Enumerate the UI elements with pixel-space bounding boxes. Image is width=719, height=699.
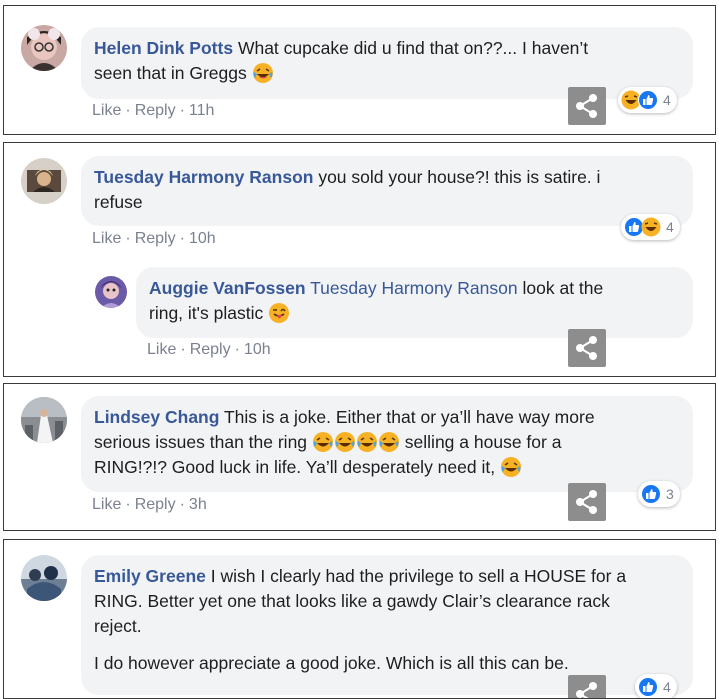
laughing-tears-emoji-icon [252, 62, 274, 84]
comment-text: RING!?!? Good luck in life. Ya’ll desper… [94, 457, 496, 477]
reply-link[interactable]: Reply [135, 102, 176, 119]
reaction-count: 4 [666, 219, 674, 235]
comment-text: I do however appreciate a good joke. Whi… [94, 653, 569, 673]
reply-link[interactable]: Reply [135, 230, 176, 247]
comment-bubble: Emily Greene I wish I clearly had the pr… [81, 555, 693, 695]
haha-reaction-icon [641, 217, 661, 237]
share-icon [576, 682, 597, 698]
reply-actions: Like · Reply · 10h [147, 341, 271, 358]
laughing-tears-emoji-icon [312, 431, 334, 453]
comment-text: you sold your house?! this is satire. i [318, 167, 601, 187]
like-reaction-icon [638, 677, 658, 697]
comment-actions: Like · Reply · 3h [92, 496, 207, 513]
avatar[interactable] [21, 25, 67, 71]
share-button[interactable] [568, 675, 606, 698]
comment-text: reject. [94, 616, 142, 636]
comment-timestamp[interactable]: 3h [189, 496, 207, 513]
comment-author[interactable]: Emily Greene [94, 566, 206, 586]
share-button[interactable] [568, 483, 606, 521]
comment-card: Emily Greene I wish I clearly had the pr… [3, 539, 716, 699]
comment-author[interactable]: Helen Dink Potts [94, 38, 233, 58]
reaction-count: 4 [663, 92, 671, 108]
like-link[interactable]: Like [92, 496, 121, 513]
comment-text: What cupcake did u find that on??... I h… [237, 38, 589, 58]
like-link[interactable]: Like [92, 102, 121, 119]
comment-text: seen that in Greggs [94, 63, 247, 83]
laughing-tears-emoji-icon [356, 431, 378, 453]
like-link[interactable]: Like [92, 230, 121, 247]
comment-bubble: Tuesday Harmony Ranson you sold your hou… [81, 156, 693, 226]
reaction-summary[interactable]: 4 [621, 214, 680, 240]
reaction-count: 4 [663, 679, 671, 695]
comment-actions: Like · Reply · 10h [92, 230, 216, 247]
like-reaction-icon [641, 484, 661, 504]
reply-text: look at the [522, 278, 604, 298]
comment-author[interactable]: Lindsey Chang [94, 407, 219, 427]
reaction-count: 3 [666, 486, 674, 502]
reply-link[interactable]: Reply [135, 496, 176, 513]
comment-card: Lindsey Chang This is a joke. Either tha… [3, 383, 716, 531]
laughing-tears-emoji-icon [334, 431, 356, 453]
share-icon [576, 336, 597, 360]
reaction-summary[interactable]: 4 [635, 674, 677, 698]
share-icon [576, 94, 597, 118]
comment-text: selling a house for a [404, 432, 562, 452]
comment-card: Tuesday Harmony Ranson you sold your hou… [3, 142, 716, 377]
avatar[interactable] [21, 158, 67, 204]
avatar[interactable] [21, 555, 67, 601]
like-link[interactable]: Like [147, 341, 176, 358]
reply-text: ring, it's plastic [149, 303, 264, 323]
reply-link[interactable]: Reply [190, 341, 231, 358]
like-reaction-icon [638, 90, 658, 110]
laughing-tears-emoji-icon [378, 431, 400, 453]
comment-text: I wish I clearly had the privilege to se… [210, 566, 627, 586]
laughing-tears-emoji-icon [500, 456, 522, 478]
comment-timestamp[interactable]: 11h [189, 102, 215, 119]
avatar[interactable] [21, 397, 67, 443]
reply-avatar[interactable] [95, 276, 127, 308]
reply-author[interactable]: Auggie VanFossen [149, 278, 306, 298]
reaction-summary[interactable]: 3 [638, 481, 680, 507]
comment-text: RING. Better yet one that looks like a g… [94, 591, 610, 611]
reply-mention[interactable]: Tuesday Harmony Ranson [310, 278, 518, 298]
comment-actions: Like · Reply · 11h [92, 102, 215, 119]
reply-timestamp[interactable]: 10h [244, 341, 271, 358]
tongue-wink-emoji-icon [268, 302, 290, 324]
comment-timestamp[interactable]: 10h [189, 230, 216, 247]
comment-author[interactable]: Tuesday Harmony Ranson [94, 167, 313, 187]
comment-text: refuse [94, 192, 143, 212]
comment-card: Helen Dink Potts What cupcake did u find… [3, 5, 716, 135]
share-button[interactable] [568, 329, 606, 367]
reaction-summary[interactable]: 4 [618, 87, 677, 113]
comment-bubble: Lindsey Chang This is a joke. Either tha… [81, 396, 693, 492]
share-button[interactable] [568, 87, 606, 125]
share-icon [576, 490, 597, 514]
comment-text: This is a joke. Either that or ya’ll hav… [223, 407, 595, 427]
reply-bubble: Auggie VanFossen Tuesday Harmony Ranson … [136, 267, 693, 338]
comment-text: serious issues than the ring [94, 432, 308, 452]
